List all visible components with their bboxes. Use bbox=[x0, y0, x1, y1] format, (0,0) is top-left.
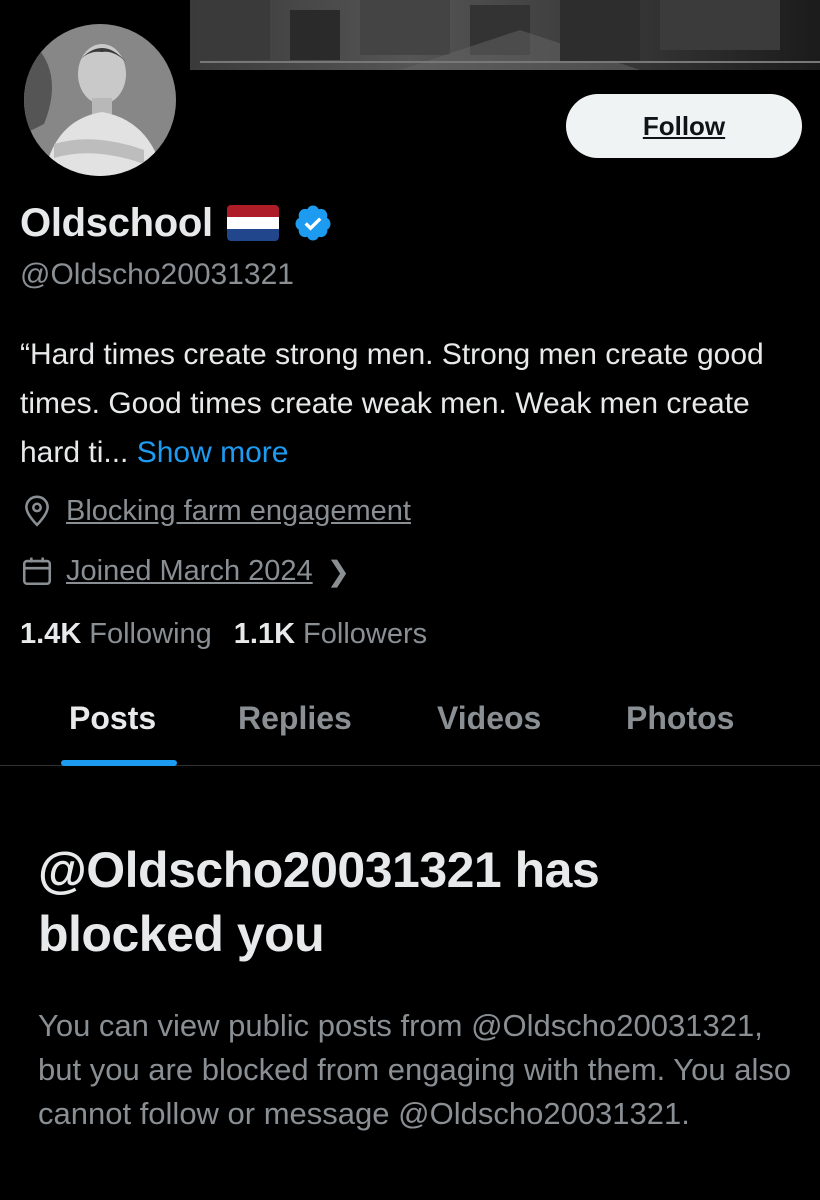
blocked-title: @Oldscho20031321 has blocked you bbox=[38, 842, 600, 962]
following-count: 1.4K bbox=[20, 618, 82, 650]
follow-button[interactable]: Follow bbox=[566, 94, 802, 158]
profile-bio: “Hard times create strong men. Strong me… bbox=[20, 330, 800, 477]
following-stat[interactable]: 1.4K Following bbox=[20, 618, 212, 651]
display-name: Oldschool bbox=[20, 200, 213, 245]
chevron-right-icon[interactable]: ❯ bbox=[327, 555, 350, 588]
profile-stats: 1.4K Following 1.1K Followers bbox=[20, 618, 449, 651]
joined-date[interactable]: Joined March 2024 bbox=[66, 555, 313, 588]
location-link[interactable]: Blocking farm engagement bbox=[66, 495, 411, 528]
active-tab-indicator bbox=[61, 760, 177, 766]
tab-replies[interactable]: Replies bbox=[238, 700, 352, 737]
profile-tabs: Posts Replies Videos Photos bbox=[0, 690, 820, 766]
profile-handle: @Oldscho20031321 bbox=[20, 258, 294, 291]
followers-count: 1.1K bbox=[233, 618, 296, 650]
avatar[interactable] bbox=[20, 20, 180, 180]
followers-label: Followers bbox=[303, 618, 428, 650]
verified-badge-icon[interactable] bbox=[293, 203, 333, 243]
blocked-description: You can view public posts from @Oldscho2… bbox=[38, 1008, 792, 1131]
profile-name-row: Oldschool bbox=[20, 196, 333, 250]
following-label: Following bbox=[89, 618, 212, 650]
profile-joined[interactable]: Joined March 2024 ❯ bbox=[20, 554, 350, 588]
location-pin-icon bbox=[25, 495, 49, 527]
tab-videos[interactable]: Videos bbox=[437, 700, 541, 737]
tab-posts[interactable]: Posts bbox=[69, 700, 156, 737]
bio-text: “Hard times create strong men. Strong me… bbox=[20, 338, 764, 469]
show-more-link[interactable]: Show more bbox=[137, 436, 289, 469]
calendar-icon bbox=[22, 557, 52, 586]
followers-stat[interactable]: 1.1K Followers bbox=[234, 618, 427, 651]
netherlands-flag-icon bbox=[226, 205, 279, 241]
profile-location: Blocking farm engagement bbox=[20, 494, 411, 528]
tab-photos[interactable]: Photos bbox=[626, 700, 734, 737]
